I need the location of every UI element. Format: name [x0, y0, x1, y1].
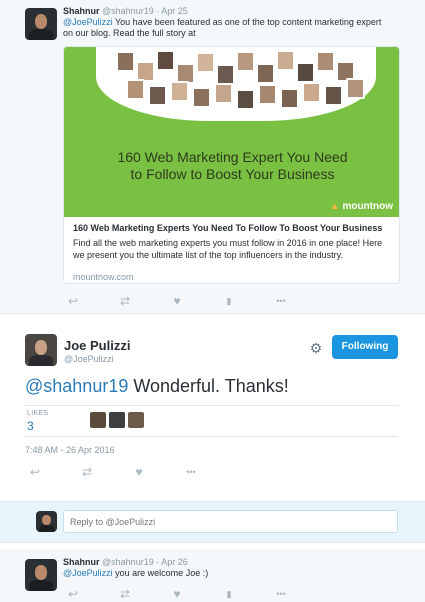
likes-count[interactable]: 3 [27, 419, 34, 433]
card-image-headline-line2: to Follow to Boost Your Business [130, 166, 335, 182]
tweet-timestamp[interactable]: 7:48 AM - 26 Apr 2016 [25, 445, 115, 455]
likes-label: LIKES [27, 410, 49, 417]
more-icon[interactable]: ••• [271, 587, 291, 601]
following-button[interactable]: Following [332, 335, 398, 359]
card-description: Find all the web marketing experts you m… [73, 238, 383, 260]
author-name[interactable]: Shahnur [63, 557, 100, 567]
author-handle[interactable]: @shahnur19 [102, 557, 154, 567]
card-domain[interactable]: mountnow.com [73, 272, 134, 282]
tweet-actions: ↩ ⇄ ♥ ▮ ••• [63, 294, 303, 310]
like-icon[interactable]: ♥ [129, 465, 149, 479]
tweet-header: Shahnur @shahnur19 · Apr 25 [63, 6, 188, 16]
author-name[interactable]: Shahnur [63, 6, 100, 16]
more-icon[interactable]: ••• [181, 465, 201, 479]
mention-link[interactable]: @JoePulizzi [63, 17, 113, 27]
tweet-date[interactable]: Apr 25 [161, 6, 188, 16]
tweet-shahnur-1[interactable]: Shahnur @shahnur19 · Apr 25 @JoePulizzi … [0, 0, 425, 314]
separator: · [156, 557, 160, 567]
tweet-text-body: Wonderful. Thanks! [128, 376, 289, 396]
retweet-icon[interactable]: ⇄ [77, 465, 97, 479]
reply-icon[interactable]: ↩ [63, 294, 83, 308]
tweet-text-part2: on our blog. Read the full story at [63, 28, 196, 38]
tweet-actions: ↩ ⇄ ♥ ▮ ••• [63, 587, 303, 602]
tweet-text-body: you are welcome Joe :) [112, 568, 209, 578]
gear-icon[interactable]: ⚙ [308, 340, 324, 356]
liker-avatar[interactable] [109, 412, 125, 428]
shahnur-avatar[interactable] [25, 8, 57, 40]
joe-avatar[interactable] [25, 334, 57, 366]
like-icon[interactable]: ♥ [167, 294, 187, 308]
reply-input[interactable] [63, 510, 398, 533]
liker-avatar[interactable] [90, 412, 106, 428]
retweet-icon[interactable]: ⇄ [115, 294, 135, 308]
mention-link[interactable]: @shahnur19 [25, 376, 128, 396]
card-image-headline-line1: 160 Web Marketing Expert You Need [117, 149, 348, 165]
tweet-text: @JoePulizzi you are welcome Joe :) [63, 568, 403, 579]
shahnur-avatar[interactable] [25, 559, 57, 591]
like-icon[interactable]: ♥ [167, 587, 187, 601]
card-image: 160 Web Marketing Expert You Need to Fol… [64, 47, 399, 217]
tweet-actions: ↩ ⇄ ♥ ••• [25, 465, 265, 481]
author-handle[interactable]: @shahnur19 [102, 6, 154, 16]
photo-collage [96, 47, 376, 121]
brand-name: mountnow [342, 201, 393, 212]
author-handle[interactable]: @JoePulizzi [64, 354, 114, 364]
mountain-icon: ▲ [329, 201, 340, 212]
current-user-avatar [36, 511, 57, 532]
divider [25, 436, 398, 437]
analytics-icon[interactable]: ▮ [219, 587, 239, 601]
link-card[interactable]: 160 Web Marketing Expert You Need to Fol… [63, 46, 400, 284]
tweet-text: @JoePulizzi You have been featured as on… [63, 17, 403, 39]
divider [25, 405, 398, 406]
reply-icon[interactable]: ↩ [63, 587, 83, 601]
author-name[interactable]: Joe Pulizzi [64, 338, 130, 353]
separator: · [156, 6, 160, 16]
brand-logo: ▲ mountnow [330, 201, 393, 212]
card-image-headline: 160 Web Marketing Expert You Need to Fol… [64, 149, 399, 183]
card-title[interactable]: 160 Web Marketing Experts You Need To Fo… [73, 223, 393, 233]
mention-link[interactable]: @JoePulizzi [63, 568, 113, 578]
tweet-text-part1: You have been featured as one of the top… [112, 17, 382, 27]
reply-icon[interactable]: ↩ [25, 465, 45, 479]
tweet-text: @shahnur19 Wonderful. Thanks! [25, 376, 289, 397]
more-icon[interactable]: ••• [271, 294, 291, 308]
retweet-icon[interactable]: ⇄ [115, 587, 135, 601]
tweet-header: Shahnur @shahnur19 · Apr 26 [63, 557, 188, 567]
analytics-icon[interactable]: ▮ [219, 294, 239, 308]
tweet-date[interactable]: Apr 26 [161, 557, 188, 567]
tweet-shahnur-reply[interactable]: Shahnur @shahnur19 · Apr 26 @JoePulizzi … [0, 549, 425, 602]
liker-avatar[interactable] [128, 412, 144, 428]
